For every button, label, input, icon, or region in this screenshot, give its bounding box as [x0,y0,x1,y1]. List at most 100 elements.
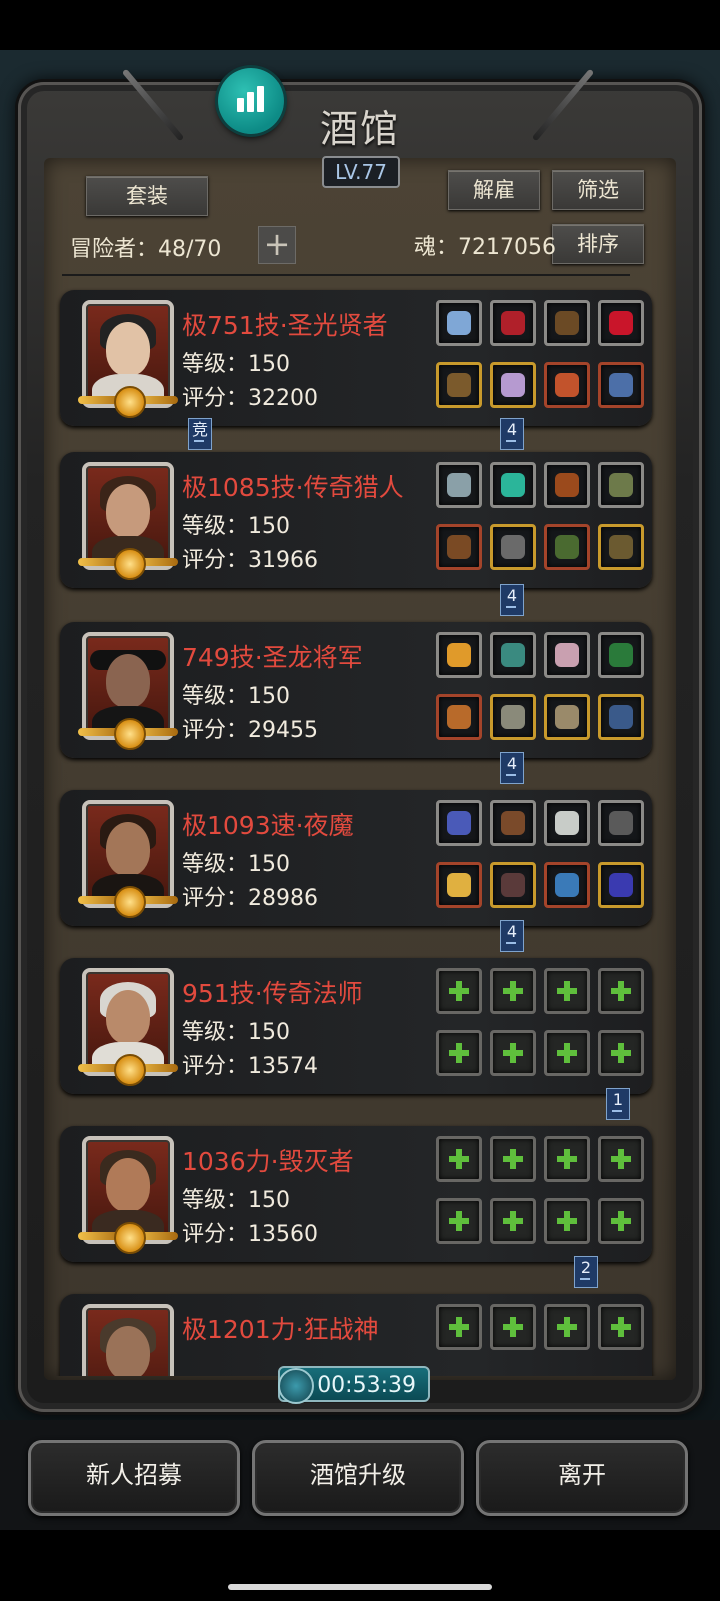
empty-equipment-slot[interactable] [490,1304,536,1350]
equipment-slot[interactable] [436,524,482,570]
empty-equipment-slot[interactable] [598,1030,644,1076]
empty-equipment-slot[interactable] [598,1304,644,1350]
equipment-slot[interactable] [544,632,590,678]
equipment-slot[interactable] [544,862,590,908]
jewel-icon [447,473,471,497]
empty-equipment-slot[interactable] [490,1198,536,1244]
rank-emblem-icon [78,1222,178,1254]
leave-button[interactable]: 离开 [476,1440,688,1516]
equipment-slot[interactable] [436,800,482,846]
dagger-icon [609,705,633,729]
clock-icon [278,1368,314,1404]
filter-button[interactable]: 筛选 [552,170,644,210]
portrait-face [106,484,150,538]
add-equipment-icon [555,1041,579,1065]
empty-equipment-slot[interactable] [544,1198,590,1244]
equipment-slot[interactable] [490,300,536,346]
empty-equipment-slot[interactable] [436,1198,482,1244]
equipment-slot[interactable] [598,462,644,508]
equipment-slot[interactable] [544,694,590,740]
bar-chart-icon [247,92,254,112]
equipment-slot[interactable] [598,632,644,678]
upgrade-tavern-button[interactable]: 酒馆升级 [252,1440,464,1516]
bar-chart-icon [257,86,264,112]
link-badge: 4 [500,418,524,450]
dismiss-button[interactable]: 解雇 [448,170,540,210]
equipment-grid [436,300,644,418]
empty-equipment-slot[interactable] [436,968,482,1014]
equipment-slot[interactable] [490,694,536,740]
equipment-slot[interactable] [436,694,482,740]
equipment-slot[interactable] [544,462,590,508]
equipment-slot[interactable] [598,524,644,570]
hero-list[interactable]: 极751技·圣光贤者 等级：150 评分：32200 竞 4 极1085技·传奇… [56,284,668,1376]
empty-equipment-slot[interactable] [490,968,536,1014]
equipment-slot[interactable] [490,862,536,908]
equipment-slot[interactable] [598,800,644,846]
equipment-grid [436,800,644,918]
stone-icon [555,811,579,835]
add-equipment-icon [555,979,579,1003]
page-title: 酒馆 [319,107,400,151]
hero-card[interactable]: 极1093速·夜魔 等级：150 评分：28986 [60,790,652,926]
equipment-slot[interactable] [490,524,536,570]
rank-emblem-icon [78,1054,178,1086]
ring-icon [609,873,633,897]
hero-card[interactable]: 极751技·圣光贤者 等级：150 评分：32200 [60,290,652,426]
empty-equipment-slot[interactable] [436,1304,482,1350]
hero-card[interactable]: 749技·圣龙将军 等级：150 评分：29455 [60,622,652,758]
equipment-slot[interactable] [598,862,644,908]
empty-equipment-slot[interactable] [544,1136,590,1182]
empty-equipment-slot[interactable] [544,968,590,1014]
equipment-slot[interactable] [490,800,536,846]
equipment-slot[interactable] [598,300,644,346]
equipment-slot[interactable] [436,362,482,408]
equipment-slot[interactable] [436,862,482,908]
equipment-slot[interactable] [490,362,536,408]
set-button[interactable]: 套装 [86,176,208,216]
hero-card[interactable]: 951技·传奇法师 等级：150 评分：13574 [60,958,652,1094]
armor-icon [501,535,525,559]
hero-card[interactable]: 极1085技·传奇猎人 等级：150 评分：31966 [60,452,652,588]
equipment-slot[interactable] [490,462,536,508]
empty-equipment-slot[interactable] [436,1030,482,1076]
sort-button[interactable]: 排序 [552,224,644,264]
stats-chart-button[interactable] [218,68,284,134]
add-equipment-icon [447,1209,471,1233]
jewel-icon [447,311,471,335]
equipment-slot[interactable] [490,632,536,678]
equipment-slot[interactable] [436,632,482,678]
wand-icon [555,643,579,667]
equipment-slot[interactable] [598,362,644,408]
hero-card[interactable]: 极1201力·狂战神 [60,1294,652,1376]
empty-equipment-slot[interactable] [436,1136,482,1182]
home-indicator[interactable] [228,1584,492,1590]
equipment-slot[interactable] [544,800,590,846]
empty-equipment-slot[interactable] [490,1030,536,1076]
potion-icon [609,643,633,667]
empty-equipment-slot[interactable] [544,1030,590,1076]
equipment-slot[interactable] [544,362,590,408]
empty-equipment-slot[interactable] [544,1304,590,1350]
recruit-button[interactable]: 新人招募 [28,1440,240,1516]
equipment-slot[interactable] [598,694,644,740]
empty-equipment-slot[interactable] [490,1136,536,1182]
equipment-slot[interactable] [544,524,590,570]
boots-icon [609,373,633,397]
link-badge: 4 [500,752,524,784]
add-slot-button[interactable]: + [258,226,296,264]
hero-card[interactable]: 1036力·毁灭者 等级：150 评分：13560 [60,1126,652,1262]
equipment-slot[interactable] [436,462,482,508]
empty-equipment-slot[interactable] [598,968,644,1014]
hero-score: 评分：28986 [182,886,318,911]
orb-icon [447,811,471,835]
ring-icon [609,473,633,497]
empty-equipment-slot[interactable] [598,1198,644,1244]
empty-equipment-slot[interactable] [598,1136,644,1182]
equipment-slot[interactable] [436,300,482,346]
equipment-slot[interactable] [544,300,590,346]
portrait-face [106,654,150,708]
hero-score: 评分：29455 [182,718,318,743]
link-badge: 4 [500,584,524,616]
gun-icon [447,535,471,559]
